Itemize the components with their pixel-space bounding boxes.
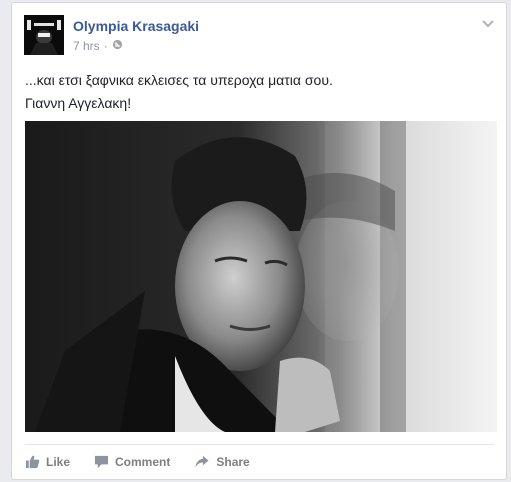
like-label: Like: [46, 454, 71, 469]
share-label: Share: [216, 454, 250, 469]
post-actions: Like Comment Share: [25, 454, 274, 469]
post-card: Olympia Krasagaki 7 hrs · ...και ετσι ξα…: [11, 2, 507, 480]
meta-separator: ·: [103, 39, 108, 53]
share-button[interactable]: Share: [194, 454, 250, 469]
chevron-down-icon[interactable]: [480, 15, 496, 31]
post-meta: 7 hrs ·: [73, 39, 123, 53]
thumbs-up-icon: [25, 454, 40, 469]
globe-icon[interactable]: [112, 39, 123, 53]
author-name[interactable]: Olympia Krasagaki: [73, 18, 199, 34]
comment-label: Comment: [115, 454, 171, 469]
comment-button[interactable]: Comment: [94, 454, 170, 469]
post-photo[interactable]: [25, 121, 497, 432]
post-text-line-1: ...και ετσι ξαφνικα εκλεισες τα υπεροχα …: [25, 72, 333, 88]
author-avatar[interactable]: [24, 15, 64, 55]
speech-bubble-icon: [94, 454, 109, 469]
post-timestamp[interactable]: 7 hrs: [73, 39, 100, 53]
share-arrow-icon: [194, 454, 210, 469]
actions-divider: [25, 444, 494, 445]
post-text-line-2: Γιαννη Αγγελακη!: [25, 95, 132, 111]
like-button[interactable]: Like: [25, 454, 70, 469]
